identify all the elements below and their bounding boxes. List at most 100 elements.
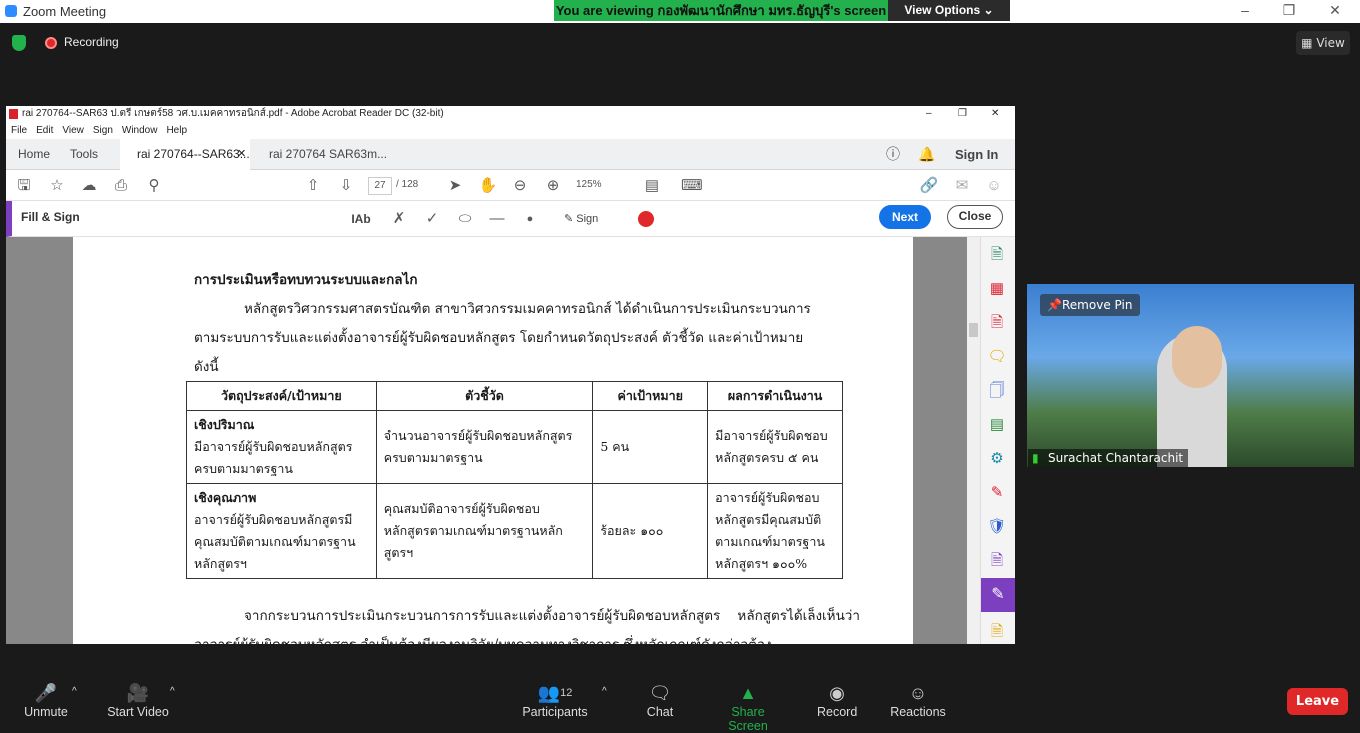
menu-window[interactable]: Window xyxy=(122,125,158,136)
tab-document-1-label: rai 270764--SAR63... xyxy=(137,147,250,161)
tab-home[interactable]: Home xyxy=(18,139,50,170)
protect-icon[interactable]: 🛡 xyxy=(987,517,1007,537)
page-up-icon[interactable]: ⇧ xyxy=(303,176,323,196)
tab-close-icon[interactable]: ✕ xyxy=(237,139,246,170)
video-options-caret[interactable]: ^ xyxy=(170,686,175,697)
leave-button[interactable]: Leave xyxy=(1287,688,1348,715)
zoom-level-select[interactable]: 125% xyxy=(576,179,602,190)
view-layout-button[interactable]: ▦ View xyxy=(1296,31,1350,55)
objective-text: อาจารย์ผู้รับผิดชอบหลักสูตรมีคุณสมบัติตา… xyxy=(194,512,356,571)
chat-label: Chat xyxy=(646,705,674,719)
find-icon[interactable]: ⚲ xyxy=(144,176,164,196)
acrobat-tab-bar: Home Tools rai 270764--SAR63... ✕ rai 270… xyxy=(6,139,1015,170)
color-picker-icon[interactable] xyxy=(638,211,654,227)
close-icon[interactable]: ✕ xyxy=(1320,2,1350,20)
start-video-button[interactable]: 🎥 Start Video xyxy=(106,681,170,719)
evaluation-table: วัตถุประสงค์/เป้าหมาย ตัวชี้วัด ค่าเป้าห… xyxy=(186,381,843,579)
enhance-scan-icon[interactable]: ⚙ xyxy=(987,449,1007,469)
chat-button[interactable]: 🗨 Chat xyxy=(645,681,675,719)
tab-tools[interactable]: Tools xyxy=(70,139,98,170)
line-icon[interactable]: — xyxy=(487,209,507,229)
print-icon[interactable]: ⎙ xyxy=(111,176,131,196)
dot-icon[interactable]: ● xyxy=(520,209,540,229)
zoom-out-icon[interactable]: ⊖ xyxy=(510,176,530,196)
keyboard-icon[interactable]: ⌨ xyxy=(681,176,703,196)
more-tools-icon[interactable]: 🗎 xyxy=(987,622,1007,642)
table-row: เชิงคุณภาพ อาจารย์ผู้รับผิดชอบหลักสูตรมีค… xyxy=(186,483,843,579)
menu-help[interactable]: Help xyxy=(166,125,187,136)
signal-strength-icon: ▮ xyxy=(1032,451,1039,465)
chat-icon: 🗨 xyxy=(648,683,672,703)
scrollbar-thumb[interactable] xyxy=(969,323,978,337)
minimize-icon[interactable]: – xyxy=(1230,2,1260,20)
remove-pin-button[interactable]: 📌 Remove Pin xyxy=(1040,294,1141,316)
menu-edit[interactable]: Edit xyxy=(36,125,53,136)
close-fill-sign-button[interactable]: Close xyxy=(947,205,1003,229)
participants-caret[interactable]: ^ xyxy=(602,686,607,697)
page-number-input[interactable]: 27 xyxy=(368,177,392,195)
table-header: วัตถุประสงค์/เป้าหมาย xyxy=(186,381,377,411)
link-icon[interactable]: 🔗 xyxy=(919,176,939,196)
create-pdf-icon[interactable]: 🗎 xyxy=(987,245,1007,265)
paragraph-line: ตามระบบการรับและแต่งตั้งอาจารย์ผู้รับผิด… xyxy=(194,330,804,346)
vertical-scrollbar[interactable] xyxy=(967,237,980,644)
organize-pages-icon[interactable]: ▦ xyxy=(987,279,1007,299)
participants-button[interactable]: 👥12 Participants xyxy=(522,681,588,719)
zoom-in-icon[interactable]: ⊕ xyxy=(543,176,563,196)
sign-in-link[interactable]: Sign In xyxy=(955,139,998,170)
menu-sign[interactable]: Sign xyxy=(93,125,113,136)
acrobat-window: rai 270764--SAR63 ป.ตรี เกษตร์58 วศ.บ.เม… xyxy=(6,106,1015,644)
zoom-logo-icon xyxy=(5,5,17,17)
document-viewport[interactable]: การประเมินหรือทบทวนระบบและกลไก หลักสูตรว… xyxy=(6,237,972,644)
save-icon[interactable]: 🖫 xyxy=(14,176,34,196)
combine-files-icon[interactable]: 🗍 xyxy=(987,381,1007,401)
tab-document-1[interactable]: rai 270764--SAR63... ✕ xyxy=(120,139,250,170)
fill-sign-tool-icon[interactable]: ✎ xyxy=(981,578,1015,612)
record-label: Record xyxy=(817,705,858,719)
acrobat-menu-bar: File Edit View Sign Window Help xyxy=(6,122,1015,139)
compress-icon[interactable]: ▤ xyxy=(987,415,1007,435)
bookmark-star-icon[interactable]: ☆ xyxy=(47,176,67,196)
edit-pdf-icon[interactable]: ✎ xyxy=(987,483,1007,503)
maximize-icon[interactable]: ❐ xyxy=(1274,2,1304,20)
sign-label: Sign xyxy=(576,213,599,225)
comment-icon[interactable]: 🗨 xyxy=(987,347,1007,367)
participants-label: Participants xyxy=(522,705,588,719)
share-screen-button[interactable]: ▲ Share Screen xyxy=(712,681,784,733)
share-user-icon[interactable]: ☺ xyxy=(984,176,1004,196)
cross-mark-icon[interactable]: ✗ xyxy=(389,209,409,229)
menu-file[interactable]: File xyxy=(11,125,27,136)
menu-view[interactable]: View xyxy=(62,125,84,136)
page-down-icon[interactable]: ⇩ xyxy=(336,176,356,196)
upload-cloud-icon[interactable]: ☁ xyxy=(79,176,99,196)
page-display-icon[interactable]: ▤ xyxy=(642,176,662,196)
video-off-icon: 🎥 xyxy=(126,683,150,703)
result-cell: มีอาจารย์ผู้รับผิดชอบหลักสูตรครบ ๕ คน xyxy=(707,410,843,484)
tab-document-2[interactable]: rai 270764 SAR63m... xyxy=(269,139,387,170)
participant-face xyxy=(1172,326,1222,388)
next-button[interactable]: Next xyxy=(879,205,931,229)
unmute-button[interactable]: 🎤 Unmute xyxy=(20,681,72,719)
table-header: ผลการดำเนินงาน xyxy=(707,381,843,411)
acrobat-close-icon[interactable]: ✕ xyxy=(991,106,999,122)
acrobat-minimize-icon[interactable]: – xyxy=(926,106,932,122)
reactions-button[interactable]: ☺ Reactions xyxy=(890,681,946,719)
document-icon[interactable]: 🗎 xyxy=(987,551,1007,571)
select-cursor-icon[interactable]: ➤ xyxy=(445,176,465,196)
help-icon[interactable]: ⓘ xyxy=(886,139,900,170)
mail-icon[interactable]: ✉ xyxy=(952,176,972,196)
paragraph-line: หลักสูตรวิศวกรรมศาสตรบัณฑิต สาขาวิศวกรรม… xyxy=(244,301,811,317)
notification-bell-icon[interactable]: 🔔 xyxy=(918,139,935,170)
page-total: / 128 xyxy=(396,179,419,190)
view-options-button[interactable]: View Options ⌄ xyxy=(888,0,1010,21)
sign-button[interactable]: ✎ Sign xyxy=(564,212,598,225)
check-mark-icon[interactable]: ✓ xyxy=(422,209,442,229)
export-pdf-icon[interactable]: 🗎 xyxy=(987,313,1007,333)
ellipse-icon[interactable]: ⬭ xyxy=(455,209,475,229)
add-text-icon[interactable]: IAb xyxy=(351,209,371,229)
record-button[interactable]: ◉ Record xyxy=(817,681,857,719)
hand-tool-icon[interactable]: ✋ xyxy=(478,176,498,196)
fill-sign-toolbar: Fill & Sign IAb ✗ ✓ ⬭ — ● ✎ Sign xyxy=(6,201,1015,237)
audio-options-caret[interactable]: ^ xyxy=(72,686,77,697)
acrobat-restore-icon[interactable]: ❐ xyxy=(958,106,967,122)
